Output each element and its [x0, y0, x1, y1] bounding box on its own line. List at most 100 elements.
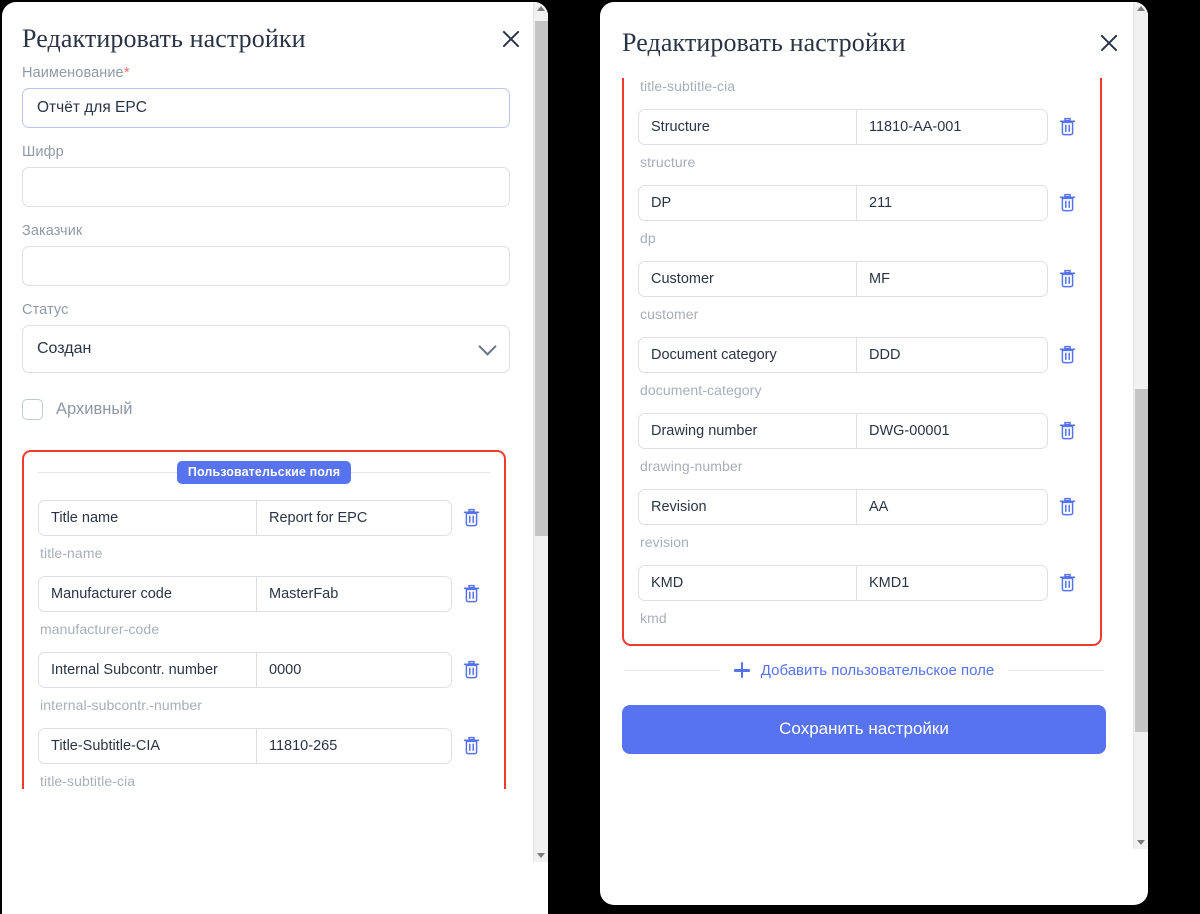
- dialog-header-right: Редактировать настройки: [600, 2, 1148, 58]
- add-custom-field-button[interactable]: Добавить пользовательское поле: [733, 662, 994, 679]
- trash-icon[interactable]: [1048, 193, 1086, 212]
- bottom-spacer: [622, 754, 1106, 788]
- label-code: Шифр: [22, 143, 64, 160]
- custom-field-value-input[interactable]: [856, 488, 1048, 525]
- custom-field-inputs: [38, 651, 452, 688]
- scroll-down-arrow-icon[interactable]: [1134, 834, 1148, 849]
- custom-field-row: [638, 412, 1086, 449]
- custom-fields-list-left: title-name manufacturer-code internal-subc…: [38, 499, 490, 789]
- custom-field-inputs: [638, 412, 1048, 449]
- custom-field-row: [38, 499, 490, 536]
- custom-field-inputs: [638, 336, 1048, 373]
- divider-line-right: [351, 471, 491, 473]
- trash-icon[interactable]: [1048, 117, 1086, 136]
- custom-fields-section-divider: Пользовательские поля: [38, 452, 491, 484]
- right-scrollbar-thumb[interactable]: [1135, 388, 1148, 732]
- custom-field-value-input[interactable]: [256, 575, 452, 612]
- custom-field-key-input[interactable]: [638, 336, 856, 373]
- custom-field-row: [638, 260, 1086, 297]
- status-badge: Пользовательские поля: [176, 460, 352, 484]
- custom-field-key-input[interactable]: [638, 412, 856, 449]
- custom-field-value-input[interactable]: [256, 727, 452, 764]
- dialog-header-left: Редактировать настройки: [2, 2, 548, 54]
- left-scrollbar-thumb[interactable]: [535, 21, 548, 536]
- customer-input[interactable]: [22, 245, 510, 286]
- status-select[interactable]: Создан: [22, 324, 510, 373]
- custom-field-value-input[interactable]: [856, 564, 1048, 601]
- right-form-content: title-subtitle-cia structure dp customer do…: [600, 58, 1148, 788]
- custom-field-row: [638, 184, 1086, 221]
- custom-field-slug-label: document-category: [640, 381, 762, 398]
- status-select-wrap: Создан: [22, 324, 510, 373]
- add-custom-field-row: Добавить пользовательское поле: [624, 662, 1105, 679]
- custom-field-row: [638, 564, 1086, 601]
- right-scrollbar[interactable]: [1133, 2, 1148, 849]
- scroll-up-arrow-icon[interactable]: [534, 2, 548, 17]
- custom-field-value-input[interactable]: [856, 108, 1048, 145]
- trash-icon[interactable]: [1048, 421, 1086, 440]
- left-scrollbar[interactable]: [533, 2, 548, 862]
- save-settings-button[interactable]: Сохранить настройки: [622, 704, 1106, 754]
- custom-field-slug-label: customer: [640, 305, 699, 322]
- custom-field-row: [638, 108, 1086, 145]
- custom-field-inputs: [38, 499, 452, 536]
- custom-field-key-input[interactable]: [638, 184, 856, 221]
- trash-icon[interactable]: [1048, 345, 1086, 364]
- plus-icon: [733, 662, 750, 679]
- custom-field-row: [638, 336, 1086, 373]
- page-title-right: Редактировать настройки: [622, 28, 906, 57]
- close-icon[interactable]: [1096, 30, 1122, 56]
- custom-field-inputs: [638, 260, 1048, 297]
- trash-icon[interactable]: [452, 736, 490, 755]
- custom-fields-highlight-region-left: Пользовательские поля title-name manufact…: [22, 449, 506, 789]
- trash-icon[interactable]: [452, 508, 490, 527]
- archive-checkbox-label: Архивный: [56, 399, 133, 418]
- custom-field-key-input[interactable]: [38, 499, 256, 536]
- screenshot-stage: Редактировать настройки Наименование* Ши…: [0, 0, 1200, 914]
- scroll-down-arrow-icon[interactable]: [534, 847, 548, 862]
- custom-field-row: [38, 727, 490, 764]
- custom-field-slug-label: internal-subcontr.-number: [40, 696, 203, 713]
- required-asterisk: *: [123, 63, 130, 81]
- scroll-up-arrow-icon[interactable]: [1134, 2, 1148, 17]
- trash-icon[interactable]: [1048, 573, 1086, 592]
- custom-field-value-input[interactable]: [856, 184, 1048, 221]
- custom-fields-highlight-region-right: title-subtitle-cia structure dp customer do…: [622, 77, 1102, 646]
- trash-icon[interactable]: [1048, 497, 1086, 516]
- trash-icon[interactable]: [452, 660, 490, 679]
- custom-field-value-input[interactable]: [856, 412, 1048, 449]
- dialog-body-left: Редактировать настройки Наименование* Ши…: [2, 2, 548, 914]
- custom-field-inputs: [638, 108, 1048, 145]
- custom-field-value-input[interactable]: [856, 260, 1048, 297]
- custom-field-slug-label: title-name: [40, 544, 103, 561]
- field-group-code: Шифр: [22, 144, 510, 207]
- custom-field-inputs: [638, 184, 1048, 221]
- field-group-name: Наименование*: [22, 64, 510, 128]
- custom-field-value-input[interactable]: [256, 499, 452, 536]
- custom-field-inputs: [38, 727, 452, 764]
- custom-field-row: [638, 488, 1086, 525]
- custom-field-value-input[interactable]: [256, 651, 452, 688]
- name-input[interactable]: [22, 87, 510, 128]
- close-icon[interactable]: [498, 26, 524, 52]
- custom-field-key-input[interactable]: [638, 564, 856, 601]
- custom-field-key-input[interactable]: [38, 651, 256, 688]
- right-scroll-viewport: title-subtitle-cia structure dp customer do…: [600, 58, 1148, 905]
- trash-icon[interactable]: [1048, 269, 1086, 288]
- trash-icon[interactable]: [452, 584, 490, 603]
- archive-checkbox-row[interactable]: Архивный: [22, 398, 510, 420]
- dialog-body-right: Редактировать настройки title-subtitle-c…: [600, 2, 1148, 905]
- custom-field-slug-label: revision: [640, 533, 690, 550]
- divider-line-left: [38, 471, 177, 473]
- custom-field-slug-label: kmd: [640, 609, 667, 626]
- custom-field-key-input[interactable]: [38, 727, 256, 764]
- code-input[interactable]: [22, 166, 510, 207]
- custom-field-key-input[interactable]: [38, 575, 256, 612]
- custom-field-value-input[interactable]: [856, 336, 1048, 373]
- custom-field-key-input[interactable]: [638, 488, 856, 525]
- archive-checkbox[interactable]: [22, 398, 43, 420]
- add-divider-line-left: [624, 669, 720, 671]
- custom-field-key-input[interactable]: [638, 260, 856, 297]
- page-title: Редактировать настройки: [22, 24, 306, 53]
- custom-field-key-input[interactable]: [638, 108, 856, 145]
